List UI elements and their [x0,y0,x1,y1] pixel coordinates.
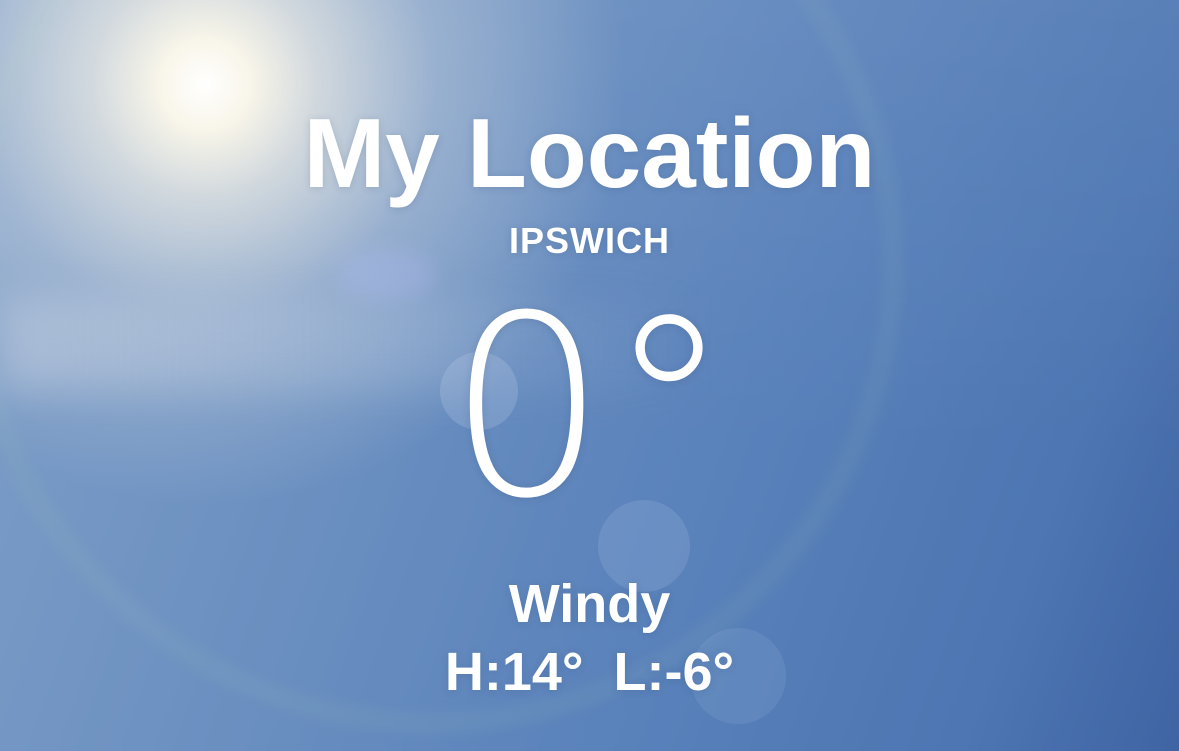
location-title: My Location [303,98,876,208]
hilo-separator [584,642,614,702]
current-temperature: 0° [447,262,732,553]
high-low-temperatures: H:14° L:-6° [0,641,1179,703]
city-name: IPSWICH [508,220,670,261]
weather-condition: Windy [508,574,671,634]
weather-header: My Location IPSWICH 0° Windy H:14° L:-6° [0,0,1179,751]
low-temperature: L:-6° [613,642,735,702]
high-temperature: H:14° [444,642,584,702]
